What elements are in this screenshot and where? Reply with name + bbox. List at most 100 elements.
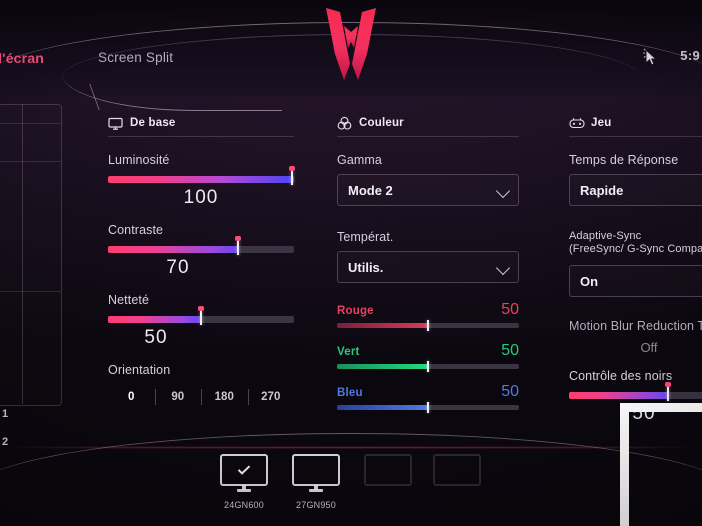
label-rouge: Rouge xyxy=(337,305,374,317)
value-contraste: 70 xyxy=(166,257,190,278)
monitor-icon xyxy=(220,454,268,492)
tab-screen-split[interactable]: Screen Split xyxy=(98,44,173,72)
field-orientation: Orientation 0 90 180 270 xyxy=(108,363,294,410)
device-label-2: 27GN950 xyxy=(296,500,336,510)
dropdown-temperature-value: Utilis. xyxy=(348,259,384,275)
left-side-panel xyxy=(0,104,62,406)
chevron-down-icon xyxy=(495,183,511,199)
field-motion-blur-reduction: Motion Blur Reduction T Off xyxy=(569,319,702,355)
section-color-title: Couleur xyxy=(359,117,404,129)
device-slot-4[interactable] xyxy=(428,454,486,500)
dropdown-temperature[interactable]: Utilis. xyxy=(337,251,519,283)
monitor-icon xyxy=(108,116,123,131)
left-rail-number-1[interactable]: 1 xyxy=(2,408,8,420)
tab-screen-settings[interactable]: e l'écran xyxy=(0,44,44,72)
bezel-glow-line xyxy=(0,447,702,448)
label-adaptive-sync: Adaptive-Sync (FreeSync/ G-Sync Compa xyxy=(569,230,702,255)
field-nettete: Netteté 50 xyxy=(108,293,294,349)
slider-fill xyxy=(337,323,428,328)
tab-underline xyxy=(62,74,282,111)
label-temperature: Températ. xyxy=(337,230,394,244)
monitor-icon xyxy=(292,454,340,492)
color-wheel-icon xyxy=(337,116,352,131)
orientation-options: 0 90 180 270 xyxy=(108,384,294,410)
monitor-icon xyxy=(433,454,481,486)
value-nettete: 50 xyxy=(144,327,168,348)
left-panel-divider xyxy=(0,123,61,124)
value-black-stabilizer: 50 xyxy=(632,403,656,424)
section-game-title: Jeu xyxy=(591,117,612,129)
field-temperature: Températ. Utilis. xyxy=(337,230,519,283)
left-panel-divider xyxy=(0,161,61,162)
label-luminosite: Luminosité xyxy=(108,153,170,167)
section-basic-title: De base xyxy=(130,117,176,129)
label-contraste: Contraste xyxy=(108,223,164,237)
value-luminosite: 100 xyxy=(183,187,219,208)
check-icon xyxy=(237,462,251,475)
section-basic-header: De base xyxy=(108,112,294,137)
field-adaptive-sync: Adaptive-Sync (FreeSync/ G-Sync Compa On xyxy=(569,230,702,297)
dropdown-gamma-value: Mode 2 xyxy=(348,182,393,198)
device-slot-2[interactable]: 27GN950 xyxy=(287,454,345,510)
slider-luminosite[interactable] xyxy=(108,166,295,185)
field-contraste: Contraste 70 xyxy=(108,223,294,279)
slider-fill xyxy=(337,364,428,369)
slider-black-stabilizer[interactable] xyxy=(569,382,702,401)
value-vert: 50 xyxy=(501,342,519,359)
slider-knob[interactable] xyxy=(289,166,295,185)
orientation-option-180[interactable]: 180 xyxy=(201,384,248,410)
top-bar: e l'écran Screen Split 5:9 xyxy=(0,0,702,111)
slider-knob[interactable] xyxy=(427,361,429,372)
label-black-stabilizer: Contrôle des noirs xyxy=(569,369,673,383)
section-basic: De base Luminosité 100 Contraste 70 Nett… xyxy=(108,112,295,424)
gamepad-icon xyxy=(569,116,585,131)
field-rouge: Rouge 50 xyxy=(337,301,519,331)
field-response-time: Temps de Réponse Rapide xyxy=(569,153,702,206)
orientation-option-90[interactable]: 90 xyxy=(154,384,202,410)
orientation-option-0[interactable]: 0 xyxy=(108,384,155,410)
section-game: Jeu Temps de Réponse Rapide Adaptive-Syn… xyxy=(569,112,702,439)
section-color: Couleur Gamma Mode 2 Températ. Utilis. R… xyxy=(337,112,519,424)
orientation-option-270[interactable]: 270 xyxy=(247,384,295,410)
slider-fill xyxy=(108,316,201,323)
clock-label: 5:9 xyxy=(680,48,700,63)
dropdown-gamma[interactable]: Mode 2 xyxy=(337,174,519,206)
device-slot-1[interactable]: 24GN600 xyxy=(215,454,273,510)
slider-knob[interactable] xyxy=(665,382,671,401)
value-bleu: 50 xyxy=(501,383,519,400)
field-luminosite: Luminosité 100 xyxy=(108,153,295,209)
slider-nettete[interactable] xyxy=(108,306,294,325)
monitor-stand xyxy=(309,489,323,492)
label-orientation: Orientation xyxy=(108,363,171,377)
device-slot-3[interactable] xyxy=(359,454,417,500)
monitor-icon xyxy=(364,454,412,486)
section-game-header: Jeu xyxy=(569,112,702,137)
slider-knob[interactable] xyxy=(427,320,429,331)
tab-bar: e l'écran Screen Split xyxy=(0,44,702,111)
slider-knob[interactable] xyxy=(427,402,429,413)
slider-fill xyxy=(108,176,294,183)
field-vert: Vert 50 xyxy=(337,342,519,372)
slider-knob[interactable] xyxy=(198,306,204,325)
slider-vert[interactable] xyxy=(337,361,519,372)
vert-header: Vert 50 xyxy=(337,342,519,360)
slider-rouge[interactable] xyxy=(337,320,519,331)
left-panel-divider xyxy=(0,291,61,292)
dropdown-response-time-value: Rapide xyxy=(580,182,624,198)
label-vert: Vert xyxy=(337,346,360,358)
dropdown-adaptive-sync[interactable]: On xyxy=(569,265,702,297)
field-bleu: Bleu 50 xyxy=(337,383,519,413)
device-selector: 24GN600 27GN950 xyxy=(0,454,702,518)
slider-knob[interactable] xyxy=(235,236,242,255)
label-motion-blur-reduction: Motion Blur Reduction T xyxy=(569,319,702,333)
slider-contraste[interactable] xyxy=(108,236,294,255)
field-gamma: Gamma Mode 2 xyxy=(337,153,519,206)
lg-ultragear-osd-app: e l'écran Screen Split 5:9 1 2 xyxy=(0,0,702,526)
slider-fill xyxy=(108,246,239,253)
dropdown-response-time[interactable]: Rapide xyxy=(569,174,702,206)
cursor-pointer-icon[interactable] xyxy=(642,48,660,68)
slider-bleu[interactable] xyxy=(337,402,519,413)
monitor-stand xyxy=(237,489,251,492)
label-response-time: Temps de Réponse xyxy=(569,153,679,167)
label-bleu: Bleu xyxy=(337,387,363,399)
